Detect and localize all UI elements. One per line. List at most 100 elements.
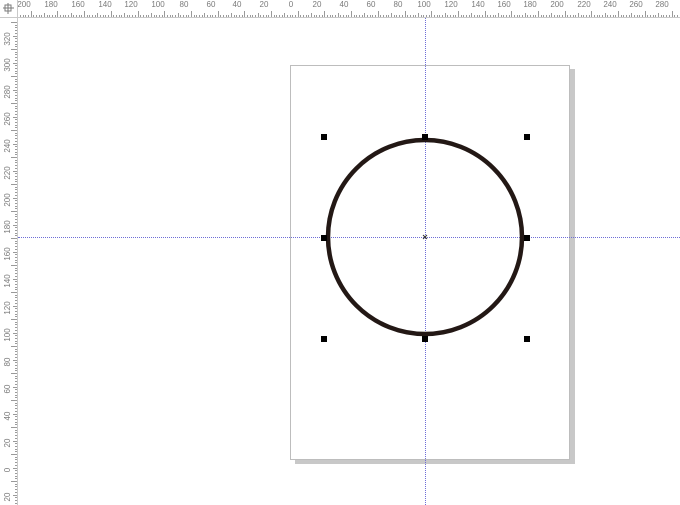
ruler-tick (174, 15, 176, 17)
ruler-tick (647, 15, 649, 17)
ruler-tick (460, 15, 462, 17)
ruler-tick (428, 15, 430, 17)
ruler-tick (15, 121, 17, 123)
ruler-tick (393, 15, 395, 17)
ruler-tick (524, 13, 526, 17)
ruler-tick (15, 148, 17, 150)
ruler-tick (15, 111, 17, 113)
selection-handle-top-right[interactable] (524, 134, 530, 140)
ruler-tick (15, 200, 17, 202)
ruler-tick (513, 15, 515, 17)
selection-handle-bottom-right[interactable] (524, 336, 530, 342)
ruler-tick (38, 15, 40, 17)
selection-handle-bottom-left[interactable] (321, 336, 327, 342)
ruler-tick (580, 15, 582, 17)
ruler-tick (452, 15, 454, 17)
ruler-tick (257, 13, 259, 17)
ruler-tick (449, 15, 451, 17)
ruler-tick (13, 278, 17, 280)
ruler-tick (634, 15, 636, 17)
ruler-tick (15, 30, 17, 32)
ruler-tick (20, 15, 22, 17)
ruler-tick (13, 62, 17, 64)
ruler-tick (15, 308, 17, 310)
vertical-ruler[interactable]: 320 300 280 260 240 220 200 180 160 140 … (0, 17, 18, 505)
ruler-tick (15, 470, 17, 472)
ruler-tick (182, 15, 184, 17)
ruler-tick (308, 15, 310, 17)
ruler-tick (471, 13, 473, 17)
ruler-tick (631, 13, 633, 17)
ruler-tick (324, 11, 326, 17)
ruler-tick (380, 15, 382, 17)
ruler-tick (658, 13, 660, 17)
selection-handle-top-left[interactable] (321, 134, 327, 140)
ruler-tick (607, 15, 609, 17)
ruler-tick (15, 300, 17, 302)
selection-handle-top[interactable] (422, 134, 428, 140)
ruler-tick (583, 15, 585, 17)
ruler-tick (591, 11, 593, 17)
ruler-tick (615, 15, 617, 17)
ruler-tick (388, 15, 390, 17)
ruler-label: 120 (444, 0, 458, 9)
ruler-tick (383, 15, 385, 17)
ruler-tick (343, 15, 345, 17)
selection-handle-left[interactable] (321, 235, 327, 241)
ruler-tick (166, 15, 168, 17)
ruler-tick (15, 27, 17, 29)
ruler-tick (15, 378, 17, 380)
ruler-label: 20 (3, 492, 12, 502)
ruler-tick (11, 427, 17, 428)
ruler-label: 20 (312, 0, 322, 9)
ruler-tick (15, 140, 17, 142)
ruler-tick (642, 15, 644, 17)
ruler-tick (15, 375, 17, 377)
ruler-tick (15, 343, 17, 345)
ruler-tick (15, 273, 17, 275)
ruler-tick (359, 15, 361, 17)
ruler-label: 240 (603, 0, 617, 9)
ruler-tick (15, 240, 17, 242)
ruler-tick (15, 132, 17, 134)
ruler-tick (15, 159, 17, 161)
ruler-tick (11, 103, 17, 104)
ruler-origin[interactable] (0, 0, 18, 18)
ruler-tick (300, 15, 302, 17)
ruler-tick (369, 15, 371, 17)
ruler-tick (15, 356, 17, 358)
horizontal-ruler[interactable]: 200 180 160 140 120 100 80 60 40 20 0 20… (0, 0, 680, 18)
ruler-tick (15, 429, 17, 431)
ruler-tick (15, 443, 17, 445)
ruler-tick (76, 15, 78, 17)
ruler-tick (465, 15, 467, 17)
selection-handle-right[interactable] (524, 235, 530, 241)
ruler-tick (551, 13, 553, 17)
ruler-tick (492, 15, 494, 17)
ruler-tick (15, 67, 17, 69)
ruler-tick (15, 432, 17, 434)
drawing-workspace[interactable] (18, 18, 680, 505)
ruler-tick (353, 15, 355, 17)
ruler-tick (345, 15, 347, 17)
ruler-tick (25, 15, 27, 17)
ruler-label: 60 (366, 0, 376, 9)
ruler-tick (254, 15, 256, 17)
ruler-tick (535, 15, 537, 17)
ruler-tick (89, 15, 91, 17)
ruler-label: 260 (629, 0, 643, 9)
ruler-tick (15, 383, 17, 385)
ruler-tick (564, 11, 566, 17)
ruler-tick (11, 373, 17, 374)
ruler-tick (113, 15, 115, 17)
ruler-tick (543, 15, 545, 17)
ruler-tick (663, 15, 665, 17)
ruler-tick (145, 15, 147, 17)
ruler-tick (15, 100, 17, 102)
ruler-tick (311, 13, 313, 17)
ruler-tick (455, 15, 457, 17)
selection-handle-bottom[interactable] (422, 336, 428, 342)
ruler-label: 40 (339, 0, 349, 9)
ruler-tick (15, 370, 17, 372)
ruler-tick (329, 15, 331, 17)
